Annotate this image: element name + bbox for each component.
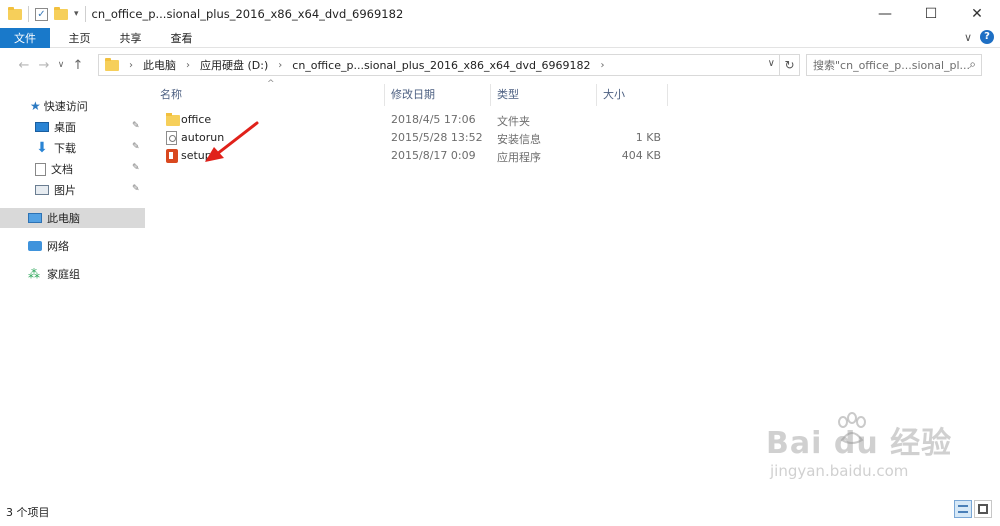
breadcrumb-drive[interactable]: 应用硬盘 (D:): [200, 57, 268, 73]
properties-icon[interactable]: ✓: [35, 7, 48, 21]
window-title: cn_office_p...sional_plus_2016_x86_x64_d…: [91, 7, 404, 21]
breadcrumb-this-pc[interactable]: 此电脑: [143, 57, 176, 73]
pin-icon[interactable]: ✎: [132, 142, 140, 152]
sidebar-item-this-pc[interactable]: 此电脑: [0, 208, 145, 228]
column-header-size[interactable]: 大小: [597, 82, 667, 106]
download-icon: ⬇: [36, 140, 48, 156]
sidebar-item-network[interactable]: 网络: [0, 236, 145, 256]
column-header-date[interactable]: 修改日期: [385, 82, 490, 106]
new-folder-icon[interactable]: [54, 6, 68, 20]
minimize-button[interactable]: —: [862, 0, 908, 28]
view-switcher: [954, 500, 992, 518]
details-view-icon[interactable]: [954, 500, 972, 518]
expand-ribbon-icon[interactable]: ∨: [964, 31, 972, 44]
network-icon: [28, 241, 42, 251]
sidebar-item-label: 图片: [54, 184, 76, 197]
folder-icon: [166, 113, 180, 126]
refresh-icon[interactable]: ↻: [780, 54, 800, 76]
chevron-right-icon[interactable]: ›: [186, 60, 190, 71]
back-arrow-icon[interactable]: ←: [14, 58, 34, 73]
item-count: 3 个项目: [6, 506, 50, 519]
file-type: 文件夹: [497, 115, 530, 128]
file-date: 2018/4/5 17:06: [391, 113, 476, 126]
forward-arrow-icon[interactable]: →: [34, 58, 54, 73]
maximize-button[interactable]: ☐: [908, 0, 954, 28]
sidebar-item-quick-access[interactable]: ★ 快速访问: [0, 96, 145, 116]
column-divider[interactable]: [667, 84, 668, 106]
tab-home[interactable]: 主页: [58, 28, 101, 48]
file-size: 404 KB: [621, 149, 661, 162]
office-app-icon: [166, 149, 178, 163]
ribbon-tabs: 文件 主页 共享 查看 ∨ ?: [0, 27, 1000, 48]
sidebar-item-downloads[interactable]: ⬇ 下载 ✎: [0, 138, 145, 158]
search-placeholder: 搜索"cn_office_p...sional_pl...: [813, 59, 971, 72]
pictures-icon: [35, 185, 49, 195]
large-icons-view-icon[interactable]: [974, 500, 992, 518]
divider: [84, 6, 86, 22]
tab-file[interactable]: 文件: [0, 27, 50, 48]
file-name: setup: [181, 149, 212, 162]
up-arrow-icon[interactable]: ↑: [68, 58, 88, 73]
sidebar-item-pictures[interactable]: 图片 ✎: [0, 180, 145, 200]
sidebar-item-label: 桌面: [54, 121, 76, 134]
search-input[interactable]: 搜索"cn_office_p...sional_pl... ⌕: [806, 54, 982, 76]
breadcrumb-current-folder[interactable]: cn_office_p...sional_plus_2016_x86_x64_d…: [292, 59, 590, 72]
file-size: 1 KB: [635, 131, 661, 144]
sidebar-item-label: 此电脑: [47, 212, 80, 225]
computer-icon: [28, 213, 42, 223]
sidebar-item-label: 网络: [47, 240, 69, 253]
status-bar: 3 个项目: [0, 496, 1000, 526]
pin-icon[interactable]: ✎: [132, 163, 140, 173]
sidebar-item-desktop[interactable]: 桌面 ✎: [0, 117, 145, 137]
column-header-type[interactable]: 类型: [491, 82, 596, 106]
documents-icon: [35, 162, 46, 176]
star-icon: ★: [30, 99, 41, 113]
quick-access-toolbar: ✓ ▾: [0, 6, 86, 22]
tab-share[interactable]: 共享: [109, 28, 152, 48]
folder-icon[interactable]: [8, 6, 22, 20]
file-name: office: [181, 113, 212, 126]
customize-toolbar-icon[interactable]: ▾: [74, 9, 79, 19]
chevron-right-icon[interactable]: ›: [278, 60, 282, 71]
sidebar-item-label: 下载: [54, 142, 76, 155]
chevron-right-icon[interactable]: ›: [600, 60, 604, 71]
file-name: autorun: [181, 131, 225, 144]
sidebar-item-label: 快速访问: [43, 100, 88, 113]
homegroup-icon: ⁂: [28, 267, 40, 281]
title-bar: ✓ ▾ cn_office_p...sional_plus_2016_x86_x…: [0, 0, 1000, 28]
tab-view[interactable]: 查看: [160, 28, 203, 48]
file-date: 2015/5/28 13:52: [391, 131, 483, 144]
table-row[interactable]: autorun 2015/5/28 13:52 安装信息 1 KB: [160, 129, 670, 147]
column-header-name[interactable]: 名称: [154, 82, 384, 106]
chevron-right-icon[interactable]: ›: [129, 60, 133, 71]
table-row[interactable]: office 2018/4/5 17:06 文件夹: [160, 111, 670, 129]
window-controls: — ☐ ✕: [862, 0, 1000, 28]
address-row: ← → ∨ ↑ › 此电脑 › 应用硬盘 (D:) › cn_office_p.…: [0, 48, 1000, 82]
setup-information-icon: [166, 131, 177, 145]
divider: [28, 6, 29, 22]
file-type: 安装信息: [497, 133, 541, 146]
file-date: 2015/8/17 0:09: [391, 149, 476, 162]
search-icon[interactable]: ⌕: [969, 57, 976, 72]
navigation-pane: ★ 快速访问 桌面 ✎ ⬇ 下载 ✎ 文档 ✎ 图片 ✎ 此电脑 网络 ⁂ 家庭…: [0, 82, 145, 496]
file-list: ^ 名称 修改日期 类型 大小 office 2018/4/5 17:06 文件…: [154, 79, 1000, 496]
folder-icon: [105, 57, 119, 71]
pin-icon[interactable]: ✎: [132, 184, 140, 194]
sidebar-item-documents[interactable]: 文档 ✎: [0, 159, 145, 179]
table-row[interactable]: setup 2015/8/17 0:09 应用程序 404 KB: [160, 147, 670, 165]
file-type: 应用程序: [497, 151, 541, 164]
chevron-down-icon[interactable]: ∨: [768, 58, 775, 69]
help-icon[interactable]: ?: [980, 30, 994, 44]
close-button[interactable]: ✕: [954, 0, 1000, 28]
recent-locations-icon[interactable]: ∨: [54, 60, 68, 70]
sidebar-item-label: 文档: [51, 163, 73, 176]
pin-icon[interactable]: ✎: [132, 121, 140, 131]
sidebar-item-label: 家庭组: [47, 268, 80, 281]
address-bar[interactable]: › 此电脑 › 应用硬盘 (D:) › cn_office_p...sional…: [98, 54, 780, 76]
sidebar-item-homegroup[interactable]: ⁂ 家庭组: [0, 264, 145, 284]
desktop-icon: [35, 122, 49, 132]
